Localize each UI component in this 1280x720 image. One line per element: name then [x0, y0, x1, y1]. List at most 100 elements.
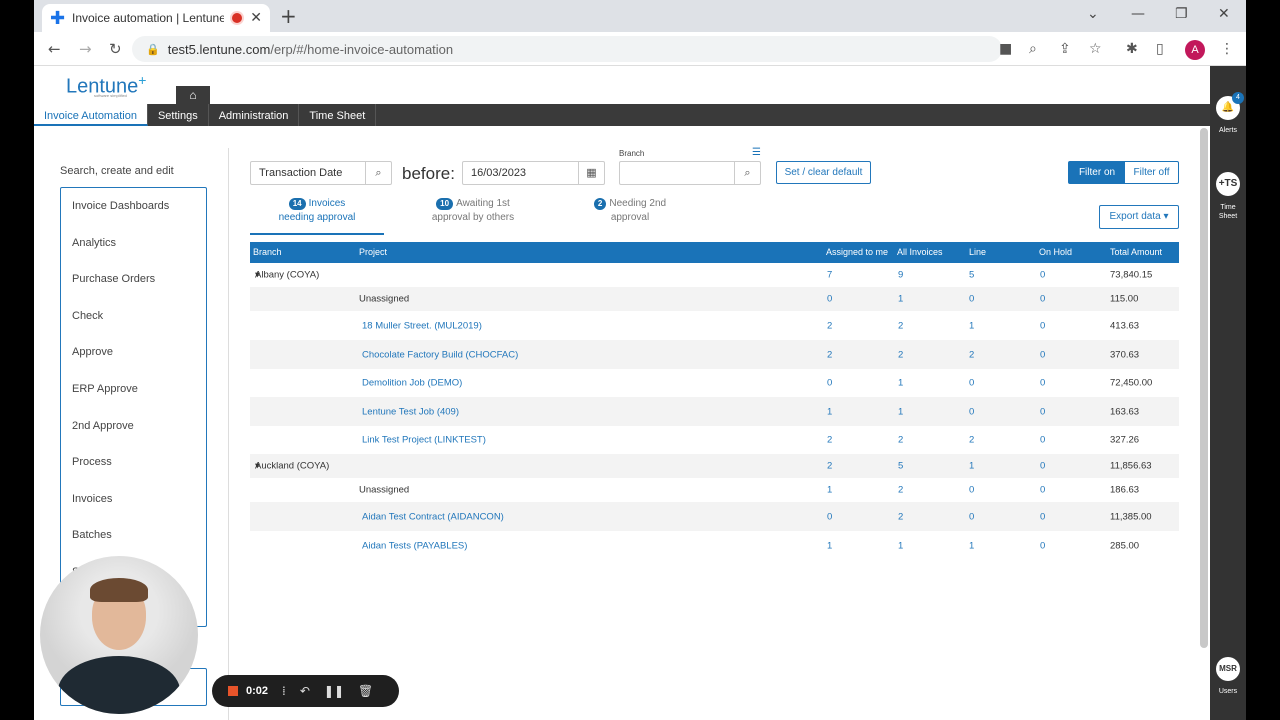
- forward-icon[interactable]: →: [79, 40, 92, 58]
- extensions-icon[interactable]: ✱: [1126, 41, 1138, 57]
- assigned-count[interactable]: 0: [827, 511, 832, 522]
- reload-icon[interactable]: ↻: [109, 40, 122, 58]
- sidebar-item-erp-approve[interactable]: ERP Approve: [61, 371, 206, 408]
- on-hold-count[interactable]: 0: [1040, 485, 1045, 496]
- pause-icon[interactable]: ❚❚: [324, 684, 344, 698]
- project-link[interactable]: Lentune Test Job (409): [362, 406, 459, 417]
- close-tab-icon[interactable]: ✕: [250, 10, 262, 26]
- line-count[interactable]: 0: [969, 485, 974, 496]
- table-row[interactable]: 18 Muller Street. (MUL2019) 2 2 1 0 413.…: [250, 311, 1179, 340]
- all-invoices-count[interactable]: 2: [898, 435, 903, 446]
- project-link[interactable]: 18 Muller Street. (MUL2019): [362, 320, 482, 331]
- zoom-icon[interactable]: ⌕: [1029, 41, 1037, 57]
- profile-avatar[interactable]: A: [1185, 40, 1205, 60]
- page-scrollbar[interactable]: [1200, 128, 1208, 648]
- on-hold-count[interactable]: 0: [1040, 511, 1045, 522]
- sidebar-item-process[interactable]: Process: [61, 444, 206, 481]
- share-icon[interactable]: ⇪: [1059, 41, 1071, 57]
- line-count[interactable]: 5: [969, 270, 974, 281]
- on-hold-count[interactable]: 0: [1040, 435, 1045, 446]
- line-count[interactable]: 0: [969, 294, 974, 305]
- address-bar[interactable]: 🔒 test5.lentune.com/erp/#/home-invoice-a…: [132, 36, 1002, 62]
- assigned-count[interactable]: 0: [827, 294, 832, 305]
- stop-recording-icon[interactable]: [228, 686, 238, 696]
- col-assigned-to-me[interactable]: Assigned to me: [826, 247, 888, 257]
- sidebar-item-invoices[interactable]: Invoices: [61, 481, 206, 518]
- line-count[interactable]: 0: [969, 406, 974, 417]
- assigned-count[interactable]: 1: [827, 485, 832, 496]
- col-total-amount[interactable]: Total Amount: [1110, 247, 1162, 257]
- line-count[interactable]: 0: [969, 378, 974, 389]
- col-line[interactable]: Line: [969, 247, 986, 257]
- calendar-icon[interactable]: ▦: [578, 162, 604, 184]
- sidebar-item-2nd-approve[interactable]: 2nd Approve: [61, 408, 206, 445]
- filter-on-button[interactable]: Filter on: [1069, 162, 1125, 183]
- tab-search-icon[interactable]: ⌄: [1087, 6, 1099, 22]
- date-type-search-icon[interactable]: ⌕: [365, 162, 391, 184]
- nav-settings[interactable]: Settings: [148, 104, 209, 126]
- table-row[interactable]: Link Test Project (LINKTEST) 2 2 2 0 327…: [250, 426, 1179, 454]
- sidebar-item-check[interactable]: Check: [61, 298, 206, 335]
- tab-invoices-needing-approval[interactable]: 14 Invoices needing approval: [250, 197, 384, 225]
- on-hold-count[interactable]: 0: [1040, 406, 1045, 417]
- browser-menu-icon[interactable]: ⋮: [1220, 41, 1234, 57]
- all-invoices-count[interactable]: 2: [898, 485, 903, 496]
- col-on-hold[interactable]: On Hold: [1039, 247, 1072, 257]
- drag-handle-icon[interactable]: ⁞: [282, 684, 286, 698]
- branch-search-icon[interactable]: ⌕: [734, 162, 760, 184]
- home-button[interactable]: ⌂: [176, 86, 210, 104]
- sidebar-item-purchase-orders[interactable]: Purchase Orders: [61, 261, 206, 298]
- col-project[interactable]: Project: [359, 247, 387, 257]
- on-hold-count[interactable]: 0: [1040, 294, 1045, 305]
- nav-administration[interactable]: Administration: [209, 104, 300, 126]
- filter-off-button[interactable]: Filter off: [1125, 162, 1178, 183]
- all-invoices-count[interactable]: 1: [898, 540, 903, 551]
- all-invoices-count[interactable]: 2: [898, 349, 903, 360]
- timesheet-button[interactable]: +TS: [1216, 172, 1240, 196]
- browser-tab[interactable]: ✚ Invoice automation | Lentune ✕: [42, 4, 270, 32]
- all-invoices-count[interactable]: 9: [898, 270, 903, 281]
- new-tab-icon[interactable]: +: [280, 4, 297, 28]
- delete-icon[interactable]: 🗑: [358, 684, 373, 698]
- assigned-count[interactable]: 2: [827, 435, 832, 446]
- all-invoices-count[interactable]: 1: [898, 294, 903, 305]
- table-row[interactable]: Unassigned 1 2 0 0 186.63: [250, 478, 1179, 502]
- branch-list-icon[interactable]: ☰: [752, 147, 761, 158]
- minimize-icon[interactable]: —: [1131, 6, 1145, 22]
- tab-needing-2nd-approval[interactable]: 2 Needing 2nd approval: [574, 197, 686, 225]
- all-invoices-count[interactable]: 2: [898, 511, 903, 522]
- table-row[interactable]: ▾ Auckland (COYA) 2 5 1 0 11,856.63: [250, 454, 1179, 478]
- assigned-count[interactable]: 0: [827, 378, 832, 389]
- on-hold-count[interactable]: 0: [1040, 270, 1045, 281]
- table-row[interactable]: Unassigned 0 1 0 0 115.00: [250, 287, 1179, 311]
- date-type-select[interactable]: Transaction Date ⌕: [250, 161, 392, 185]
- on-hold-count[interactable]: 0: [1040, 349, 1045, 360]
- project-link[interactable]: Demolition Job (DEMO): [362, 378, 462, 389]
- nav-invoice-automation[interactable]: Invoice Automation: [34, 104, 148, 126]
- table-row[interactable]: Lentune Test Job (409) 1 1 0 0 163.63: [250, 397, 1179, 426]
- project-link[interactable]: Aidan Test Contract (AIDANCON): [362, 511, 504, 522]
- sidebar-item-invoice-dashboards[interactable]: Invoice Dashboards: [61, 188, 206, 225]
- date-input[interactable]: 16/03/2023 ▦: [462, 161, 605, 185]
- col-branch[interactable]: Branch: [253, 247, 282, 257]
- project-link[interactable]: Link Test Project (LINKTEST): [362, 435, 486, 446]
- table-row[interactable]: Aidan Test Contract (AIDANCON) 0 2 0 0 1…: [250, 502, 1179, 531]
- assigned-count[interactable]: 1: [827, 406, 832, 417]
- on-hold-count[interactable]: 0: [1040, 540, 1045, 551]
- line-count[interactable]: 2: [969, 349, 974, 360]
- assigned-count[interactable]: 2: [827, 320, 832, 331]
- all-invoices-count[interactable]: 5: [898, 461, 903, 472]
- close-window-icon[interactable]: ✕: [1218, 6, 1230, 22]
- tab-awaiting-1st-approval[interactable]: 10 Awaiting 1st approval by others: [410, 197, 536, 225]
- branch-input[interactable]: ⌕: [619, 161, 761, 185]
- all-invoices-count[interactable]: 2: [898, 320, 903, 331]
- line-count[interactable]: 2: [969, 435, 974, 446]
- all-invoices-count[interactable]: 1: [898, 406, 903, 417]
- on-hold-count[interactable]: 0: [1040, 320, 1045, 331]
- project-link[interactable]: Aidan Tests (PAYABLES): [362, 540, 467, 551]
- camera-icon[interactable]: ■: [999, 41, 1012, 57]
- line-count[interactable]: 1: [969, 461, 974, 472]
- sidebar-item-batches[interactable]: Batches: [61, 517, 206, 554]
- table-row[interactable]: Demolition Job (DEMO) 0 1 0 0 72,450.00: [250, 369, 1179, 397]
- restore-icon[interactable]: ❐: [1175, 6, 1188, 22]
